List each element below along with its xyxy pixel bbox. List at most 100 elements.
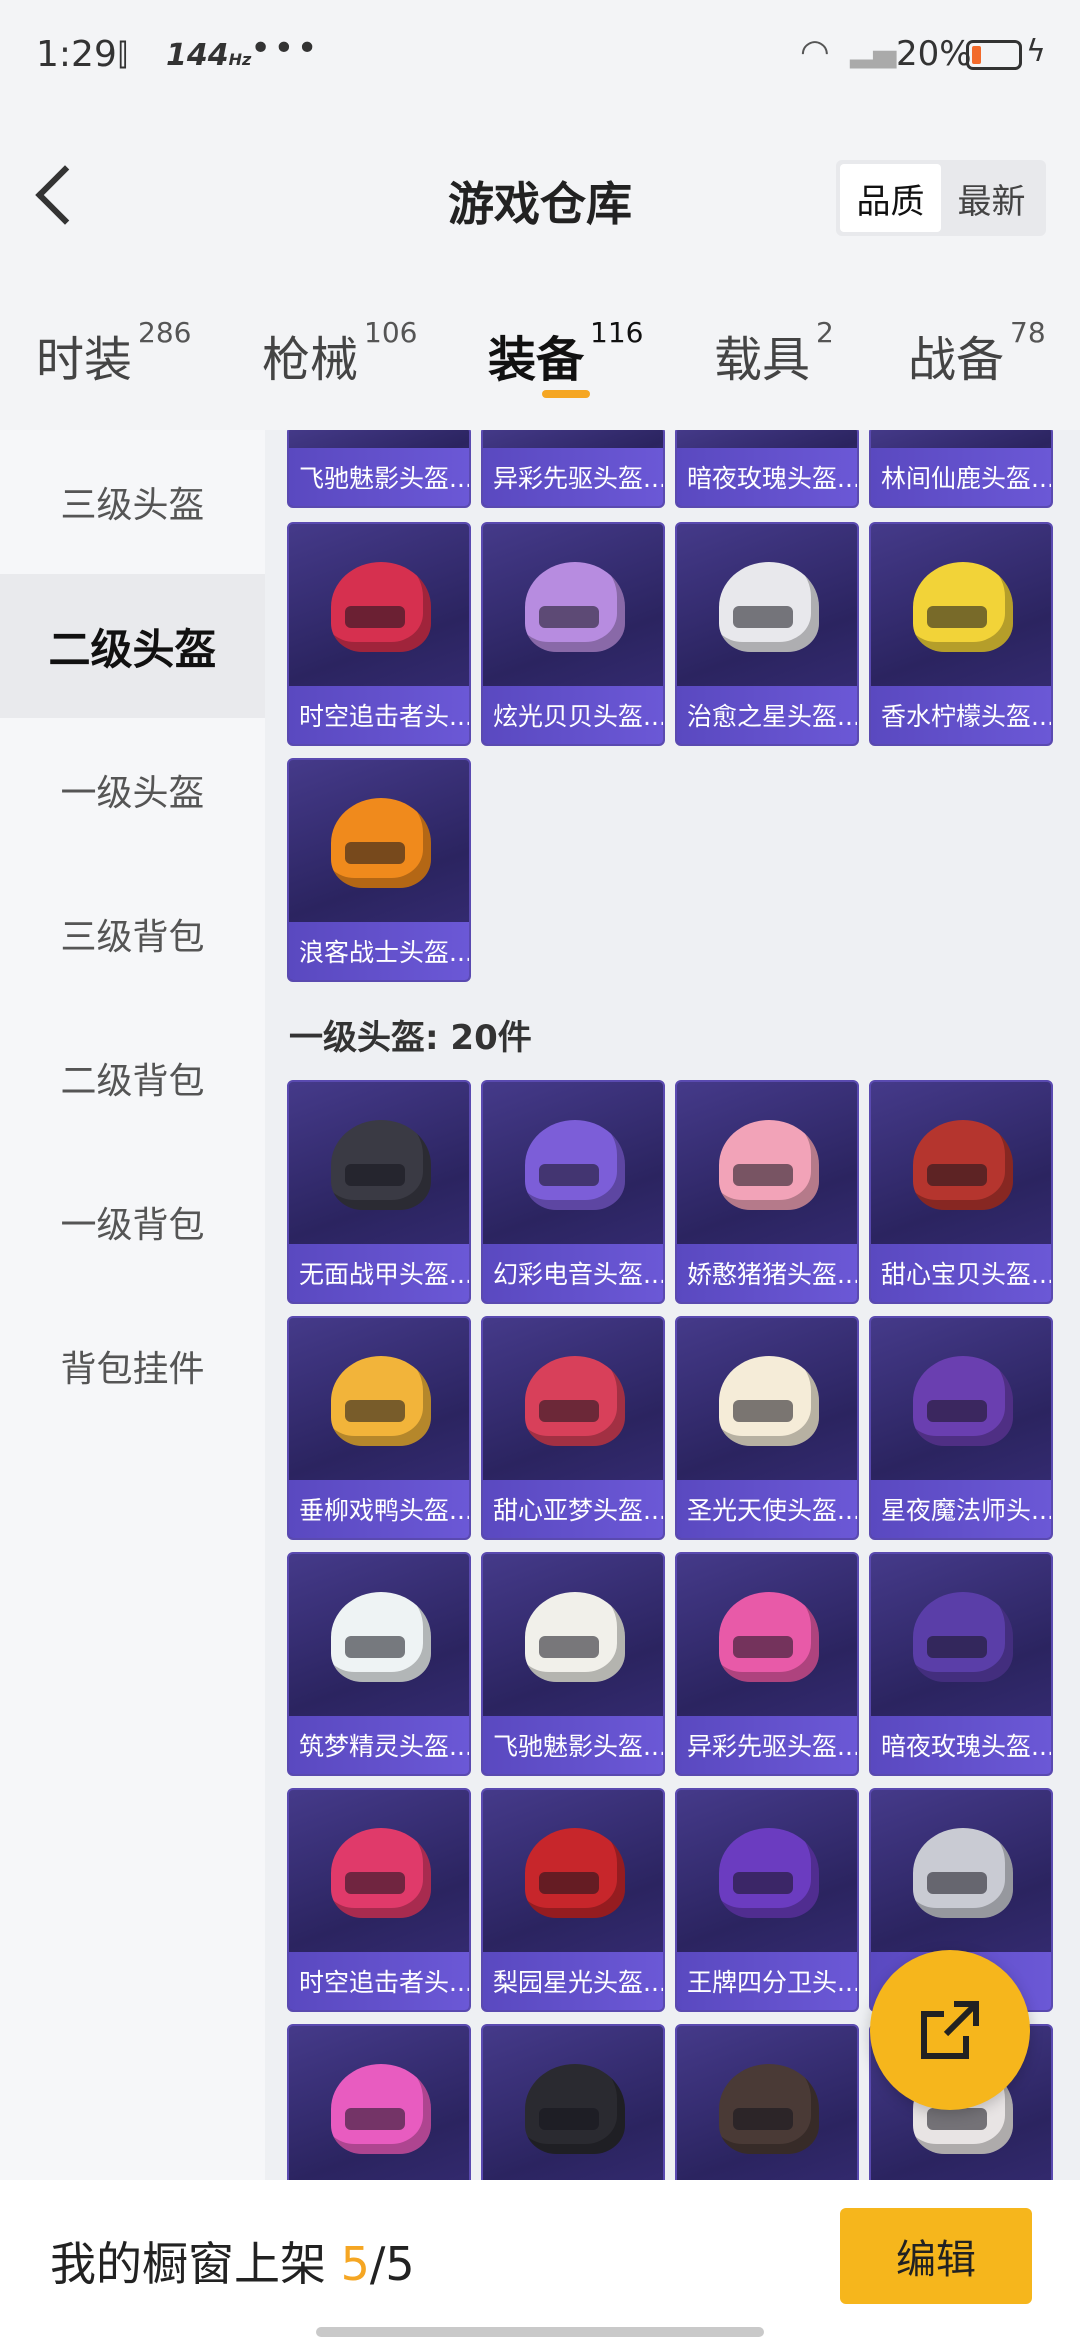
helmet-image [331, 1356, 431, 1446]
share-button[interactable] [870, 1950, 1030, 2110]
helmet-item-card[interactable]: 炫光贝贝头盔... [481, 522, 665, 746]
helmet-image [719, 1120, 819, 1210]
refresh-rate-unit: Hz [228, 50, 252, 69]
tab-battle-gear[interactable]: 战备 78 [908, 316, 1046, 390]
tab-equipment[interactable]: 装备 116 [488, 316, 643, 390]
charging-icon: ϟ [1026, 34, 1046, 69]
helmet-item-card[interactable]: 甜心宝贝头盔... [869, 1080, 1053, 1304]
sidebar-item-level3-helmet[interactable]: 三级头盔 [0, 430, 265, 574]
helmet-image [913, 1592, 1013, 1682]
sidebar-item-level1-helmet[interactable]: 一级头盔 [0, 718, 265, 862]
more-notifications-icon: ••• [250, 28, 320, 69]
helmet-item-card[interactable]: 筑梦精灵头盔... [287, 1552, 471, 1776]
app-header: 游戏仓库 品质 最新 [0, 110, 1080, 280]
helmet-item-card[interactable]: 暗夜玫瑰头盔... [675, 430, 859, 508]
helmet-item-card[interactable]: 星夜魔法师头... [869, 1316, 1053, 1540]
helmet-item-card[interactable]: 治愈之星头盔... [675, 522, 859, 746]
vibrate-icon: ⫿ [118, 38, 128, 73]
item-name: 甜心宝贝头盔... [871, 1244, 1051, 1302]
sort-option-quality[interactable]: 品质 [840, 164, 941, 232]
active-tab-indicator [542, 390, 590, 398]
helmet-image [331, 1828, 431, 1918]
item-name: 星夜魔法师头... [871, 1480, 1051, 1538]
helmet-image [913, 562, 1013, 652]
helmet-item-card[interactable]: 王牌四分卫头... [675, 1788, 859, 2012]
helmet-item-card[interactable] [675, 2024, 859, 2180]
tab-count: 106 [364, 316, 418, 349]
helmet-item-card[interactable]: 飞驰魅影头盔... [287, 430, 471, 508]
battery-percent: 20% [896, 34, 972, 74]
item-name: 异彩先驱头盔... [483, 448, 663, 506]
helmet-item-card[interactable]: 浪客战士头盔... [287, 758, 471, 982]
helmet-image [525, 2064, 625, 2154]
status-bar: 1:29 ⫿ 144Hz ••• ◠ ▂▄ 20% ϟ [0, 0, 1080, 110]
status-time: 1:29 [36, 34, 117, 75]
item-name: 林间仙鹿头盔... [871, 448, 1051, 506]
helmet-item-card[interactable]: 娇憨猪猪头盔... [675, 1080, 859, 1304]
showcase-status: 我的橱窗上架 5/5 [50, 2228, 415, 2294]
item-name: 飞驰魅影头盔... [289, 448, 469, 506]
sort-toggle[interactable]: 品质 最新 [836, 160, 1046, 236]
showcase-current-count: 5 [340, 2237, 370, 2291]
helmet-item-card[interactable]: 垂柳戏鸭头盔... [287, 1316, 471, 1540]
battery-level [972, 46, 981, 64]
section-title-level1-helmet: 一级头盔: 20件 [289, 1018, 532, 1058]
item-name: 梨园星光头盔... [483, 1952, 663, 2010]
sidebar-item-backpack-charm[interactable]: 背包挂件 [0, 1294, 265, 1438]
sort-option-newest[interactable]: 最新 [941, 164, 1042, 232]
helmet-image [719, 1592, 819, 1682]
item-name: 幻彩电音头盔... [483, 1244, 663, 1302]
helmet-item-card[interactable]: 异彩先驱头盔... [481, 430, 665, 508]
helmet-image [719, 562, 819, 652]
tab-label: 枪械 [262, 332, 359, 388]
item-name: 浪客战士头盔... [289, 922, 469, 980]
showcase-total: /5 [369, 2237, 415, 2291]
helmet-image [525, 1356, 625, 1446]
helmet-image [331, 1120, 431, 1210]
showcase-bar: 我的橱窗上架 5/5 编辑 [0, 2180, 1080, 2340]
sidebar-item-level1-backpack[interactable]: 一级背包 [0, 1150, 265, 1294]
helmet-item-card[interactable]: 暗夜玫瑰头盔... [869, 1552, 1053, 1776]
helmet-item-card[interactable]: 飞驰魅影头盔... [481, 1552, 665, 1776]
category-tabs: 时装 286 枪械 106 装备 116 载具 2 战备 78 [0, 300, 1080, 430]
tab-count: 78 [1010, 316, 1046, 349]
helmet-item-card[interactable]: 无面战甲头盔... [287, 1080, 471, 1304]
item-name: 炫光贝贝头盔... [483, 686, 663, 744]
helmet-image [719, 1356, 819, 1446]
sidebar-item-level3-backpack[interactable]: 三级背包 [0, 862, 265, 1006]
battery-icon [966, 40, 1022, 70]
item-name: 王牌四分卫头... [677, 1952, 857, 2010]
helmet-item-card[interactable]: 幻彩电音头盔... [481, 1080, 665, 1304]
helmet-item-card[interactable] [481, 2024, 665, 2180]
helmet-image [525, 1120, 625, 1210]
tab-label: 装备 [488, 332, 585, 388]
tab-vehicles[interactable]: 载具 2 [714, 316, 834, 390]
helmet-item-card[interactable]: 圣光天使头盔... [675, 1316, 859, 1540]
helmet-item-card[interactable]: 甜心亚梦头盔... [481, 1316, 665, 1540]
helmet-item-card[interactable]: 时空追击者头... [287, 1788, 471, 2012]
helmet-image [525, 1592, 625, 1682]
sidebar-item-level2-backpack[interactable]: 二级背包 [0, 1006, 265, 1150]
edit-button[interactable]: 编辑 [840, 2208, 1032, 2304]
helmet-image [331, 2064, 431, 2154]
helmet-item-card[interactable]: 香水柠檬头盔... [869, 522, 1053, 746]
helmet-item-card[interactable]: 时空追击者头... [287, 522, 471, 746]
item-name: 飞驰魅影头盔... [483, 1716, 663, 1774]
item-name: 圣光天使头盔... [677, 1480, 857, 1538]
helmet-image [331, 562, 431, 652]
helmet-item-card[interactable]: 梨园星光头盔... [481, 1788, 665, 2012]
tab-guns[interactable]: 枪械 106 [262, 316, 417, 390]
home-indicator[interactable] [316, 2327, 764, 2337]
helmet-item-card[interactable]: 林间仙鹿头盔... [869, 430, 1053, 508]
item-name: 娇憨猪猪头盔... [677, 1244, 857, 1302]
helmet-item-card[interactable]: 异彩先驱头盔... [675, 1552, 859, 1776]
sidebar-item-level2-helmet[interactable]: 二级头盔 [0, 574, 265, 718]
tab-fashion[interactable]: 时装 286 [36, 316, 191, 390]
tab-count: 116 [590, 316, 644, 349]
item-name: 暗夜玫瑰头盔... [871, 1716, 1051, 1774]
item-name: 异彩先驱头盔... [677, 1716, 857, 1774]
helmet-item-card[interactable] [287, 2024, 471, 2180]
tab-count: 2 [816, 316, 834, 349]
item-name: 无面战甲头盔... [289, 1244, 469, 1302]
item-name: 垂柳戏鸭头盔... [289, 1480, 469, 1538]
